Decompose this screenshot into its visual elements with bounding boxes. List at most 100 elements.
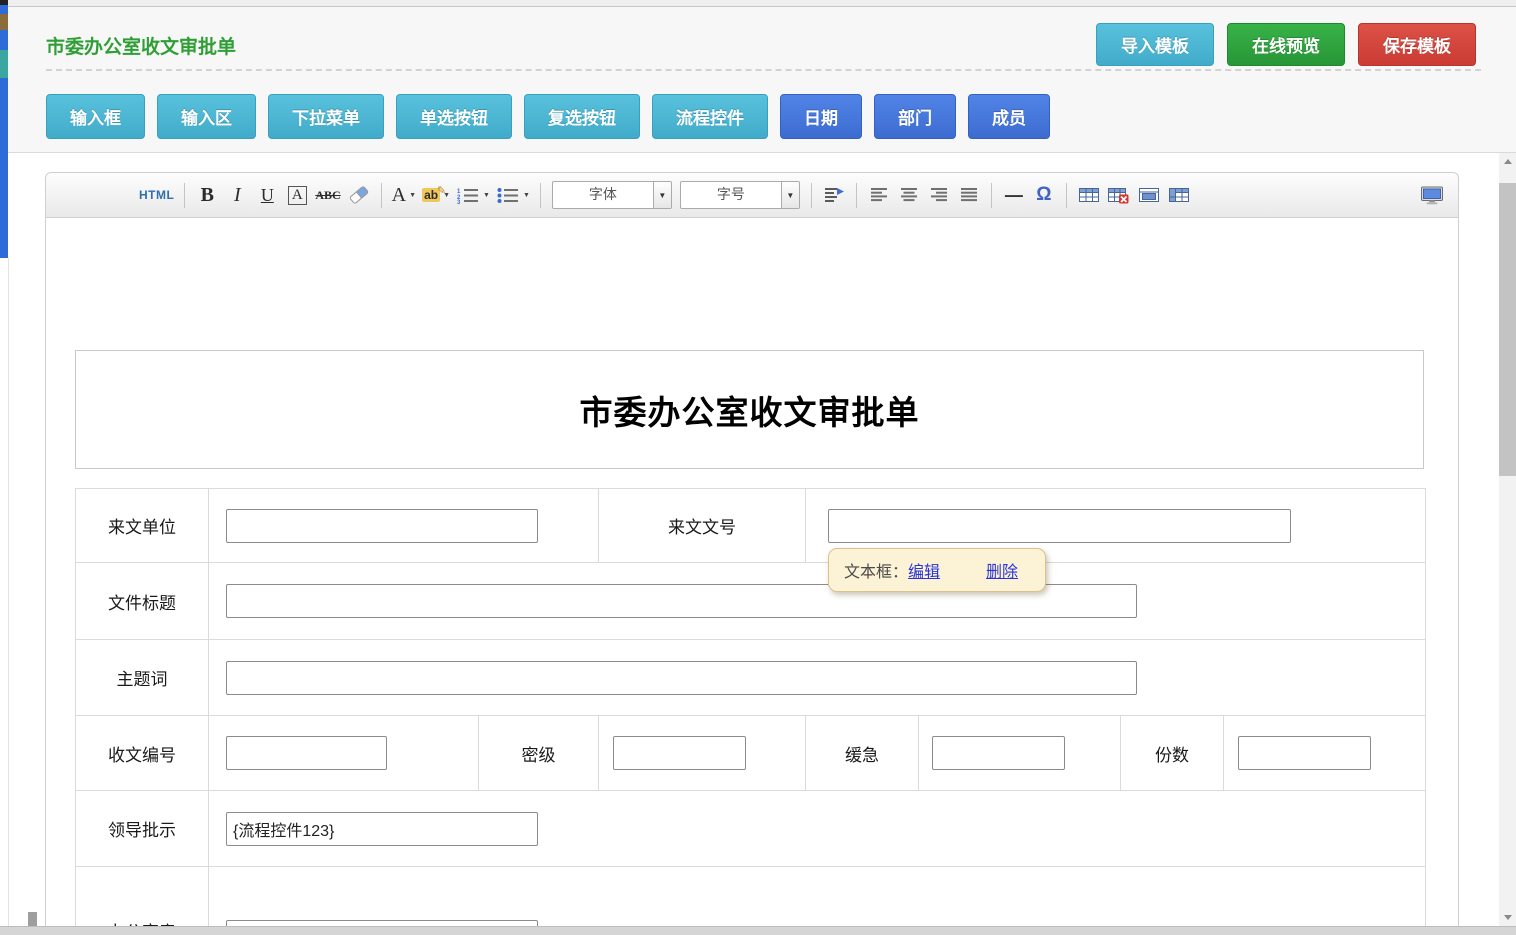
- align-right-icon: [929, 187, 949, 204]
- align-justify-button[interactable]: [957, 181, 981, 209]
- label-urgency: 缓急: [806, 716, 919, 791]
- highlight-color-button[interactable]: ab✎▼: [422, 181, 450, 209]
- label-keywords: 主题词: [76, 640, 209, 716]
- dashed-divider: [46, 69, 1481, 71]
- table-row: 办公室意: [76, 867, 1426, 935]
- insert-department-button[interactable]: 部门: [874, 94, 956, 139]
- chevron-down-icon[interactable]: ▼: [653, 182, 671, 208]
- form-title: 市委办公室收文审批单: [580, 386, 920, 434]
- template-actions: 导入模板 在线预览 保存模板: [1096, 23, 1476, 66]
- table-row: 来文单位 来文文号: [76, 489, 1426, 563]
- align-left-button[interactable]: [867, 181, 891, 209]
- delete-table-button[interactable]: [1107, 181, 1131, 209]
- html-source-button[interactable]: HTML: [139, 181, 174, 209]
- label-doc-title: 文件标题: [76, 563, 209, 640]
- window-top-edge: [0, 0, 1516, 7]
- table-row: 领导批示: [76, 791, 1426, 867]
- chevron-down-icon: ▼: [483, 192, 490, 199]
- fullscreen-button[interactable]: [1420, 181, 1444, 209]
- scrollbar-thumb[interactable]: [1499, 183, 1516, 476]
- receipt-number-input[interactable]: [226, 736, 387, 770]
- label-copies: 份数: [1121, 716, 1224, 791]
- font-size-value: 字号: [681, 182, 781, 208]
- edit-link[interactable]: 编辑: [908, 558, 940, 582]
- label-leader-comment: 领导批示: [76, 791, 209, 867]
- eraser-icon: [348, 186, 370, 204]
- delete-link[interactable]: 删除: [986, 558, 1018, 582]
- strikethrough-button[interactable]: ABC: [315, 181, 340, 209]
- insert-member-button[interactable]: 成员: [968, 94, 1050, 139]
- cell-doc-title: [209, 563, 1426, 640]
- chevron-down-icon[interactable]: ▼: [781, 182, 799, 208]
- vertical-scrollbar[interactable]: [1499, 153, 1516, 926]
- source-unit-input[interactable]: [226, 509, 538, 543]
- insert-checkbox-button[interactable]: 复选按钮: [524, 94, 640, 139]
- svg-text:3: 3: [457, 200, 461, 204]
- header-panel: 市委办公室收文审批单 导入模板 在线预览 保存模板 输入框 输入区 下拉菜单 单…: [8, 6, 1516, 153]
- special-character-button[interactable]: Ω: [1032, 181, 1056, 209]
- insert-radio-button[interactable]: 单选按钮: [396, 94, 512, 139]
- chevron-down-icon: ▼: [409, 192, 416, 199]
- cell-source-unit: [209, 489, 599, 563]
- ordered-list-button[interactable]: 1 2 3 ▼: [456, 181, 490, 209]
- page: 市委办公室收文审批单 导入模板 在线预览 保存模板 输入框 输入区 下拉菜单 单…: [0, 0, 1516, 935]
- label-receipt-number: 收文编号: [76, 716, 209, 791]
- table-properties-button[interactable]: [1167, 181, 1191, 209]
- save-template-button[interactable]: 保存模板: [1358, 23, 1476, 66]
- unordered-list-button[interactable]: ▼: [496, 181, 530, 209]
- table-row: 收文编号 密级 缓急 份数: [76, 716, 1426, 791]
- align-left-icon: [869, 187, 889, 204]
- scroll-down-button[interactable]: [1499, 909, 1516, 926]
- leader-comment-input[interactable]: [226, 812, 538, 846]
- bold-button[interactable]: B: [195, 181, 219, 209]
- widget-buttons: 输入框 输入区 下拉菜单 单选按钮 复选按钮 流程控件 日期 部门 成员: [46, 94, 1050, 139]
- doc-number-input[interactable]: [828, 509, 1291, 543]
- font-color-button[interactable]: A▼: [392, 181, 416, 209]
- toolbar-separator: [184, 183, 185, 208]
- align-center-button[interactable]: [897, 181, 921, 209]
- insert-dropdown-button[interactable]: 下拉菜单: [268, 94, 384, 139]
- keywords-input[interactable]: [226, 661, 1137, 695]
- label-source-unit: 来文单位: [76, 489, 209, 563]
- toolbar-separator: [540, 183, 541, 208]
- toolbar-separator: [991, 183, 992, 208]
- indent-icon: [823, 187, 845, 204]
- toolbar-separator: [1066, 183, 1067, 208]
- font-family-value: 字体: [553, 182, 653, 208]
- unordered-list-icon: [496, 187, 520, 204]
- online-preview-button[interactable]: 在线预览: [1227, 23, 1345, 66]
- chevron-down-icon: ▼: [523, 192, 530, 199]
- border-text-button[interactable]: A: [285, 181, 309, 209]
- delete-table-icon: [1108, 187, 1129, 204]
- insert-flow-control-button[interactable]: 流程控件: [652, 94, 768, 139]
- copies-input[interactable]: [1238, 736, 1371, 770]
- arrow-up-icon: [1504, 159, 1512, 164]
- cell-urgency: [919, 716, 1121, 791]
- insert-textarea-button[interactable]: 输入区: [157, 94, 256, 139]
- table-properties-icon: [1169, 187, 1189, 203]
- format-eraser-button[interactable]: [347, 181, 371, 209]
- tooltip-label: 文本框：: [844, 558, 908, 582]
- italic-button[interactable]: I: [225, 181, 249, 209]
- insert-table-button[interactable]: [1077, 181, 1101, 209]
- font-family-select[interactable]: 字体 ▼: [552, 181, 672, 209]
- cell-copies: [1224, 716, 1426, 791]
- insert-date-button[interactable]: 日期: [780, 94, 862, 139]
- insert-input-button[interactable]: 输入框: [46, 94, 145, 139]
- align-right-button[interactable]: [927, 181, 951, 209]
- background-window-fragment: [0, 50, 8, 78]
- import-template-button[interactable]: 导入模板: [1096, 23, 1214, 66]
- underline-button[interactable]: U: [255, 181, 279, 209]
- horizontal-rule-button[interactable]: —: [1002, 181, 1026, 209]
- indent-button[interactable]: [822, 181, 846, 209]
- cell-security: [599, 716, 806, 791]
- form-title-box: 市委办公室收文审批单: [75, 350, 1424, 469]
- font-size-select[interactable]: 字号 ▼: [680, 181, 800, 209]
- urgency-input[interactable]: [932, 736, 1065, 770]
- page-title: 市委办公室收文审批单: [46, 32, 236, 59]
- scroll-up-button[interactable]: [1499, 153, 1516, 170]
- table-row: 文件标题: [76, 563, 1426, 640]
- merge-cells-button[interactable]: [1137, 181, 1161, 209]
- label-security: 密级: [479, 716, 599, 791]
- security-input[interactable]: [613, 736, 746, 770]
